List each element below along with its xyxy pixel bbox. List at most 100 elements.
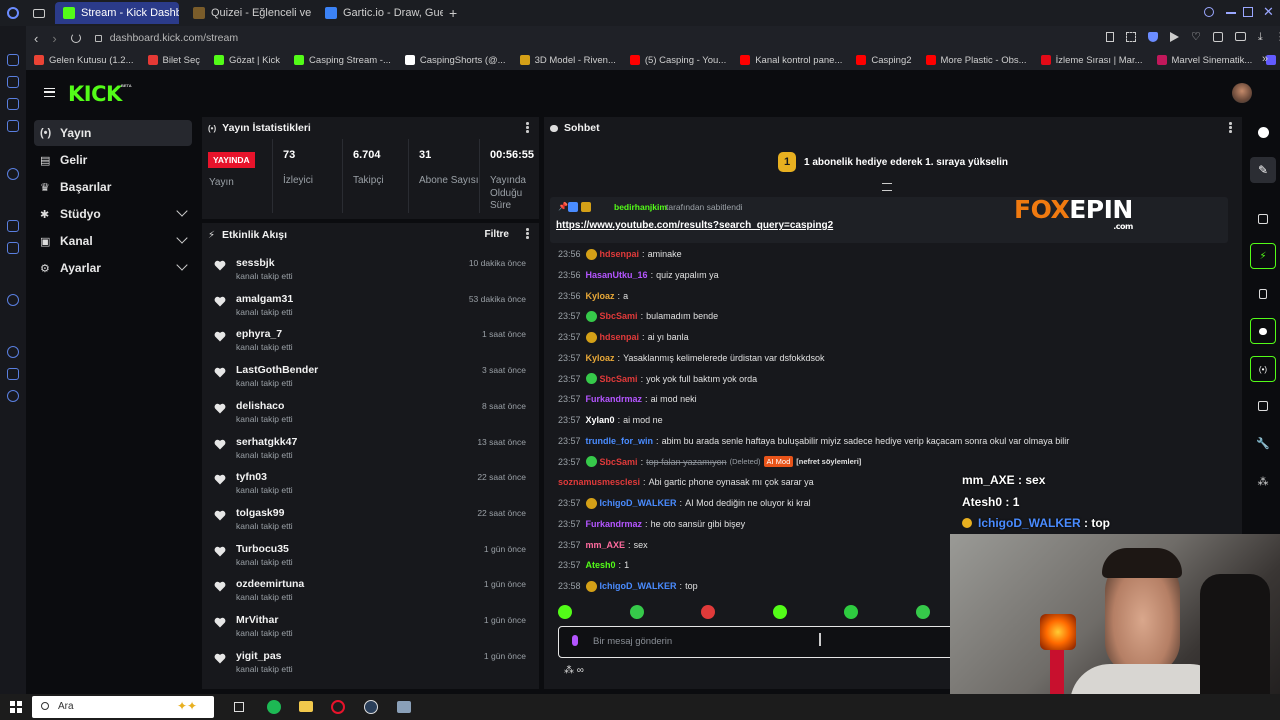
lightning-rail-icon[interactable]: ⚡ — [1250, 243, 1276, 269]
windows-start-icon[interactable] — [10, 701, 22, 713]
edit-pencil-icon[interactable]: ✎ — [1250, 157, 1276, 183]
search-tabs-icon[interactable] — [1204, 7, 1214, 17]
history-icon[interactable] — [7, 120, 19, 132]
nav-item-stüdyo[interactable]: ✱ Stüdyo — [34, 201, 192, 227]
activity-username[interactable]: delishaco — [236, 400, 284, 412]
broadcast-rail-icon[interactable]: (•) — [1250, 356, 1276, 382]
chat-icon[interactable] — [7, 220, 19, 232]
minimize-button[interactable] — [1226, 12, 1236, 14]
nav-item-gelir[interactable]: ▤ Gelir — [34, 147, 192, 173]
aria-icon[interactable] — [7, 168, 19, 180]
spotify-icon[interactable] — [267, 700, 281, 714]
activity-row[interactable]: LastGothBender kanalı takip etti 3 saat ön… — [202, 361, 538, 396]
chat-message[interactable]: soznamusmesclesi: Abi gartic phone oynasa… — [558, 475, 814, 489]
activity-username[interactable]: ozdeemirtuna — [236, 578, 304, 590]
music-icon[interactable] — [7, 294, 19, 306]
chat-message[interactable]: 23:56 HasanUtku_16: quiz yapalım ya — [558, 268, 719, 282]
message-username[interactable]: HasanUtku_16 — [586, 270, 648, 280]
bookmark-item[interactable]: Bilet Seç — [147, 55, 200, 66]
pin-icon[interactable] — [1106, 32, 1114, 42]
activity-username[interactable]: serhatgkk47 — [236, 436, 297, 448]
activity-username[interactable]: tyfn03 — [236, 471, 267, 483]
activity-menu-icon[interactable] — [526, 228, 529, 240]
menu-kebab-icon[interactable]: ⋮ — [1275, 32, 1280, 43]
app-taskbar-icon[interactable] — [397, 701, 411, 713]
x-twitter-icon[interactable] — [7, 242, 19, 254]
back-button[interactable]: ‹ — [34, 31, 38, 46]
task-view-icon[interactable] — [234, 702, 244, 712]
microphone-icon[interactable] — [572, 635, 578, 646]
activity-row[interactable]: ephyra_7 kanalı takip etti 1 saat önce — [202, 325, 538, 360]
wallet-icon[interactable] — [1234, 32, 1246, 41]
chat-tools-icon[interactable]: ⁂ ∞ — [564, 665, 584, 676]
chat-message[interactable]: 23:57 trundle_for_win: abim bu arada senle… — [558, 434, 1069, 448]
stats-menu-icon[interactable] — [526, 122, 529, 134]
pinned-by-user[interactable]: bedirhanjkim — [614, 202, 667, 212]
activity-username[interactable]: Turbocu35 — [236, 543, 289, 555]
bookmark-item[interactable]: İzleme Sırası | Mar... — [1040, 55, 1143, 66]
new-tab-button[interactable]: + — [449, 5, 457, 21]
chevron-down-icon[interactable] — [176, 205, 188, 217]
chat-rail-icon[interactable] — [1250, 318, 1276, 344]
bookmark-item[interactable]: Gözat | Kick — [214, 55, 280, 66]
message-username[interactable]: soznamusmesclesi — [558, 477, 640, 487]
chat-message[interactable]: 23:57 Kyloaz: Yasaklanmış kelimelerede ürd… — [558, 351, 825, 365]
document-icon[interactable] — [1250, 281, 1276, 307]
chat-message[interactable]: 23:56 hdsenpai: aminake — [558, 247, 682, 261]
chat-message[interactable]: 23:57 mm_AXE: sex — [558, 538, 648, 552]
chat-message[interactable]: 23:57 Furkandrmaz: he oto sansür gibi bişe… — [558, 517, 745, 531]
chat-message[interactable]: 23:57 SbcSami: top falan yazamıyon (Deleted… — [558, 455, 861, 469]
url-field[interactable]: dashboard.kick.com/stream — [110, 32, 238, 44]
play-icon[interactable] — [1170, 32, 1179, 42]
scan-icon[interactable] — [1250, 206, 1276, 232]
message-username[interactable]: Furkandrmaz — [586, 519, 643, 529]
taskbar-search[interactable]: Ara ✦✦ — [32, 696, 214, 718]
heart-icon[interactable]: ♡ — [1191, 32, 1201, 43]
message-username[interactable]: hdsenpai — [600, 249, 640, 259]
emote-icon[interactable] — [844, 605, 858, 619]
bookmark-item[interactable]: Kanal kontrol pane... — [740, 55, 842, 66]
close-window-button[interactable]: ✕ — [1263, 4, 1274, 20]
chat-message[interactable]: 23:57 Atesh0:1 — [558, 558, 629, 572]
activity-row[interactable]: Turbocu35 kanalı takip etti 1 gün önce — [202, 540, 538, 575]
bookmark-item[interactable]: Casping2 — [856, 55, 912, 66]
shield-icon[interactable] — [1148, 32, 1158, 42]
emote-icon[interactable] — [629, 605, 644, 619]
activity-row[interactable]: delishaco kanalı takip etti 8 saat önce — [202, 397, 538, 432]
activity-row[interactable]: tolgask99 kanalı takip etti 22 saat önce — [202, 504, 538, 539]
bookmark-item[interactable]: 3D Model - Riven... — [519, 55, 616, 66]
emote-icon[interactable] — [701, 605, 715, 619]
activity-username[interactable]: LastGothBender — [236, 364, 318, 376]
chat-message[interactable]: 23:57 SbcSami: yok yok full baktım yok ord… — [558, 372, 757, 386]
message-username[interactable]: IchigoD_WALKER — [600, 581, 677, 591]
chat-input-box[interactable]: Bir mesaj gönderin — [558, 626, 968, 658]
forward-button[interactable]: › — [52, 31, 56, 46]
file-explorer-icon[interactable] — [299, 701, 313, 712]
opera-taskbar-icon[interactable] — [331, 700, 345, 714]
browser-tab[interactable]: Gartic.io - Draw, Guess, — [317, 2, 443, 24]
clock-icon[interactable] — [7, 346, 19, 358]
extensions-puzzle-icon[interactable] — [1212, 32, 1223, 42]
snapshot-icon[interactable] — [1126, 32, 1136, 42]
chat-message[interactable]: 23:57 Furkandrmaz: ai mod neki — [558, 392, 697, 406]
nav-item-ayarlar[interactable]: ⚙ Ayarlar — [34, 255, 192, 281]
message-username[interactable]: SbcSami — [600, 457, 638, 467]
message-username[interactable]: mm_AXE — [586, 540, 626, 550]
activity-row[interactable]: amalgam31 kanalı takip etti 53 dakika önce — [202, 290, 538, 325]
activity-row[interactable]: sessbjk kanalı takip etti 10 dakika önce — [202, 254, 538, 289]
reload-button[interactable] — [70, 33, 81, 43]
emote-icon[interactable] — [772, 605, 787, 619]
bookmark-item[interactable]: Marvel Sinematik... — [1156, 55, 1252, 66]
browser-tab[interactable]: Quizei - Eğlenceli ve etk — [185, 2, 311, 24]
kick-logo[interactable]: KICK — [68, 82, 122, 106]
chat-message[interactable]: 23:57 Xylan0: ai mod ne — [558, 413, 663, 427]
nav-item-kanal[interactable]: ▣ Kanal — [34, 228, 192, 254]
nav-item-başarılar[interactable]: ♛ Başarılar — [34, 174, 192, 200]
activity-row[interactable]: serhatgkk47 kanalı takip etti 13 saat önce — [202, 433, 538, 468]
emote-icon[interactable] — [558, 605, 572, 619]
chat-message[interactable]: 23:57 IchigoD_WALKER: AI Mod dediğin ne ol… — [558, 496, 811, 510]
sub-goal-banner[interactable]: 1 1 abonelik hediye ederek 1. sıraya yük… — [544, 145, 1242, 179]
pinboard-icon[interactable] — [7, 98, 19, 110]
maximize-button[interactable] — [1243, 7, 1253, 17]
browser-tab[interactable]: Stream - Kick Dashboard — [55, 2, 179, 24]
